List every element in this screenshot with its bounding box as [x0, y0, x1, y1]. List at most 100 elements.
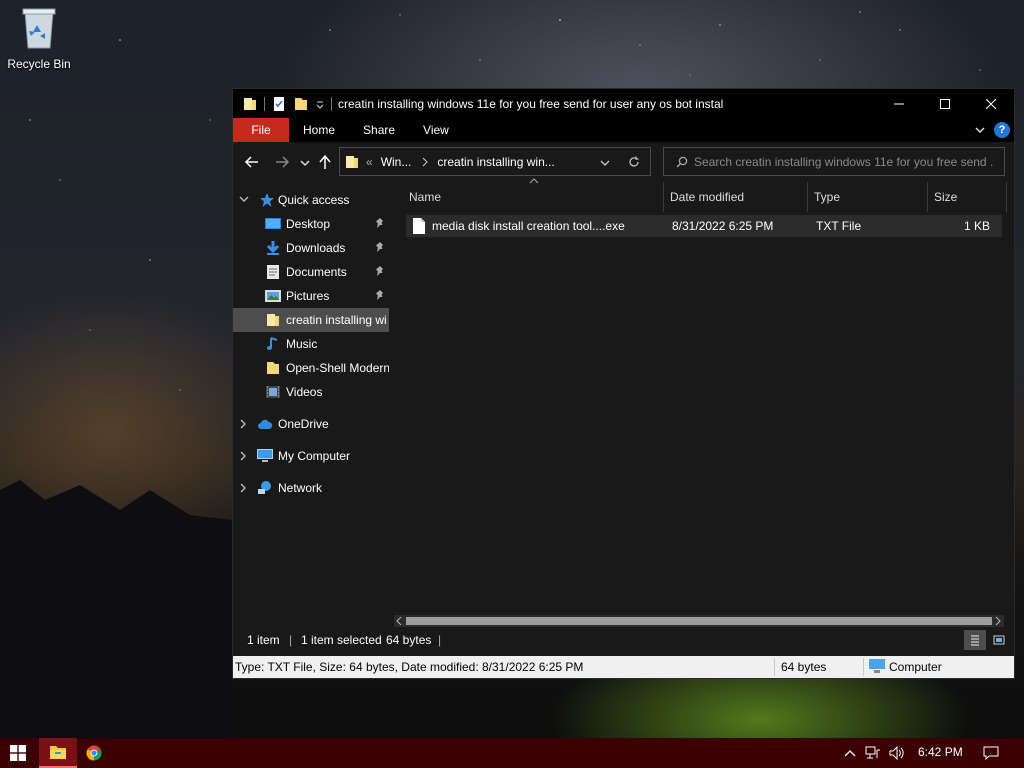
title-bar[interactable]: creatin installing windows 11e for you f… [233, 89, 1014, 118]
taskbar-clock[interactable]: 6:42 PM [918, 745, 963, 759]
status-separator: | [438, 633, 442, 647]
search-box[interactable] [663, 147, 1005, 176]
breadcrumb-chevron-icon[interactable] [421, 157, 429, 167]
window-controls [876, 89, 1014, 118]
taskbar-chrome-button[interactable] [78, 738, 110, 768]
pin-icon[interactable] [374, 289, 386, 301]
sidebar-item-label: My Computer [278, 449, 351, 463]
tab-share[interactable]: Share [349, 118, 409, 142]
show-hidden-icons-button[interactable] [840, 738, 860, 768]
pin-icon[interactable] [374, 217, 386, 229]
sidebar-item-documents[interactable]: Documents [233, 260, 389, 284]
tab-file[interactable]: File [233, 118, 289, 142]
tab-view[interactable]: View [409, 118, 463, 142]
start-button[interactable] [0, 738, 36, 768]
large-icons-view-icon [993, 635, 1005, 645]
help-icon[interactable]: ? [994, 122, 1010, 138]
horizontal-scrollbar[interactable] [394, 615, 1004, 627]
status-selected-size: 64 bytes [386, 633, 432, 647]
details-info-bar: Type: TXT File, Size: 64 bytes, Date mod… [233, 656, 1014, 678]
chevron-right-icon[interactable] [239, 483, 247, 493]
maximize-icon [940, 98, 950, 109]
sidebar-item-open-shell[interactable]: Open-Shell Modern [233, 356, 389, 380]
column-divider[interactable] [663, 182, 664, 212]
close-button[interactable] [968, 89, 1014, 118]
address-overflow[interactable]: « [366, 155, 373, 169]
star-icon [260, 193, 274, 207]
status-item-count: 1 item [247, 633, 280, 647]
forward-arrow-icon[interactable] [274, 154, 290, 170]
address-bar[interactable]: « Win... creatin installing win... [339, 147, 651, 176]
back-arrow-icon[interactable] [244, 154, 260, 170]
column-header-date-modified[interactable]: Date modified [670, 182, 744, 212]
address-segment[interactable]: creatin installing win... [437, 155, 554, 169]
navigation-pane: Quick access Desktop Downloads Documents… [233, 182, 389, 628]
search-input[interactable] [694, 154, 994, 169]
scroll-right-arrow-icon[interactable] [995, 617, 1001, 625]
action-center-button[interactable] [978, 738, 1004, 768]
expand-ribbon-chevron-icon[interactable] [974, 124, 986, 136]
minimize-button[interactable] [876, 89, 922, 118]
taskbar-file-explorer-button[interactable] [39, 738, 77, 768]
refresh-icon[interactable] [628, 156, 640, 168]
file-size: 1 KB [963, 219, 990, 233]
file-type: TXT File [816, 219, 862, 233]
navigation-bar: « Win... creatin installing win... [233, 142, 1014, 182]
column-divider[interactable] [807, 182, 808, 212]
new-folder-icon[interactable] [293, 96, 309, 112]
network-tray-button[interactable] [862, 738, 884, 768]
sidebar-item-downloads[interactable]: Downloads [233, 236, 389, 260]
address-history-chevron-icon[interactable] [600, 158, 610, 168]
speaker-volume-icon [889, 746, 904, 760]
customize-toolbar-chevron-icon[interactable] [315, 99, 325, 109]
column-divider[interactable] [1006, 182, 1007, 212]
taskbar: 6:42 PM [0, 738, 1024, 768]
sidebar-item-quick-access[interactable]: Quick access [233, 188, 389, 212]
folder-app-icon [244, 97, 256, 110]
desktop-icon [265, 218, 281, 229]
table-row[interactable]: media disk install creation tool....exe … [406, 215, 1002, 237]
maximize-button[interactable] [922, 89, 968, 118]
video-film-icon [266, 386, 280, 398]
sidebar-item-label: Documents [286, 265, 347, 279]
status-selected: 1 item selected [301, 633, 382, 647]
column-header-size[interactable]: Size [934, 182, 957, 212]
chevron-right-icon[interactable] [239, 419, 247, 429]
recycle-bin-label: Recycle Bin [7, 57, 71, 71]
sidebar-item-pictures[interactable]: Pictures [233, 284, 389, 308]
sidebar-item-onedrive[interactable]: OneDrive [233, 412, 389, 436]
quick-access-toolbar [242, 96, 332, 112]
address-segment[interactable]: Win... [381, 155, 412, 169]
sidebar-item-label: Pictures [286, 289, 330, 303]
info-divider [774, 658, 775, 676]
tab-home[interactable]: Home [289, 118, 349, 142]
up-arrow-icon[interactable] [318, 154, 332, 170]
chevron-right-icon[interactable] [239, 451, 247, 461]
pin-icon[interactable] [374, 265, 386, 277]
sidebar-item-desktop[interactable]: Desktop [233, 212, 389, 236]
pin-icon[interactable] [374, 241, 386, 253]
sidebar-item-label: Desktop [286, 217, 331, 231]
chevron-down-icon[interactable] [239, 196, 249, 204]
recent-locations-chevron-icon[interactable] [300, 158, 310, 168]
status-bar: 1 item | 1 item selected 64 bytes | [233, 628, 1014, 652]
details-view-icon [971, 635, 979, 646]
scroll-left-arrow-icon[interactable] [396, 617, 402, 625]
scrollbar-thumb[interactable] [406, 617, 992, 625]
column-divider[interactable] [927, 182, 928, 212]
large-icons-view-button[interactable] [988, 630, 1010, 650]
sidebar-item-current-folder[interactable]: creatin installing wi [233, 308, 389, 332]
column-header-name[interactable]: Name [409, 182, 441, 212]
volume-tray-button[interactable] [886, 738, 908, 768]
sidebar-item-label: OneDrive [278, 417, 329, 431]
recycle-bin-desktop-icon[interactable]: Recycle Bin [4, 6, 74, 71]
sidebar-item-videos[interactable]: Videos [233, 380, 389, 404]
sidebar-item-network[interactable]: Network [233, 476, 389, 500]
column-header-type[interactable]: Type [814, 182, 840, 212]
details-view-button[interactable] [964, 630, 986, 650]
properties-icon[interactable] [271, 96, 287, 112]
minimize-icon [894, 103, 904, 104]
pictures-icon [265, 290, 281, 302]
sidebar-item-music[interactable]: Music [233, 332, 389, 356]
sidebar-item-my-computer[interactable]: My Computer [233, 444, 389, 468]
